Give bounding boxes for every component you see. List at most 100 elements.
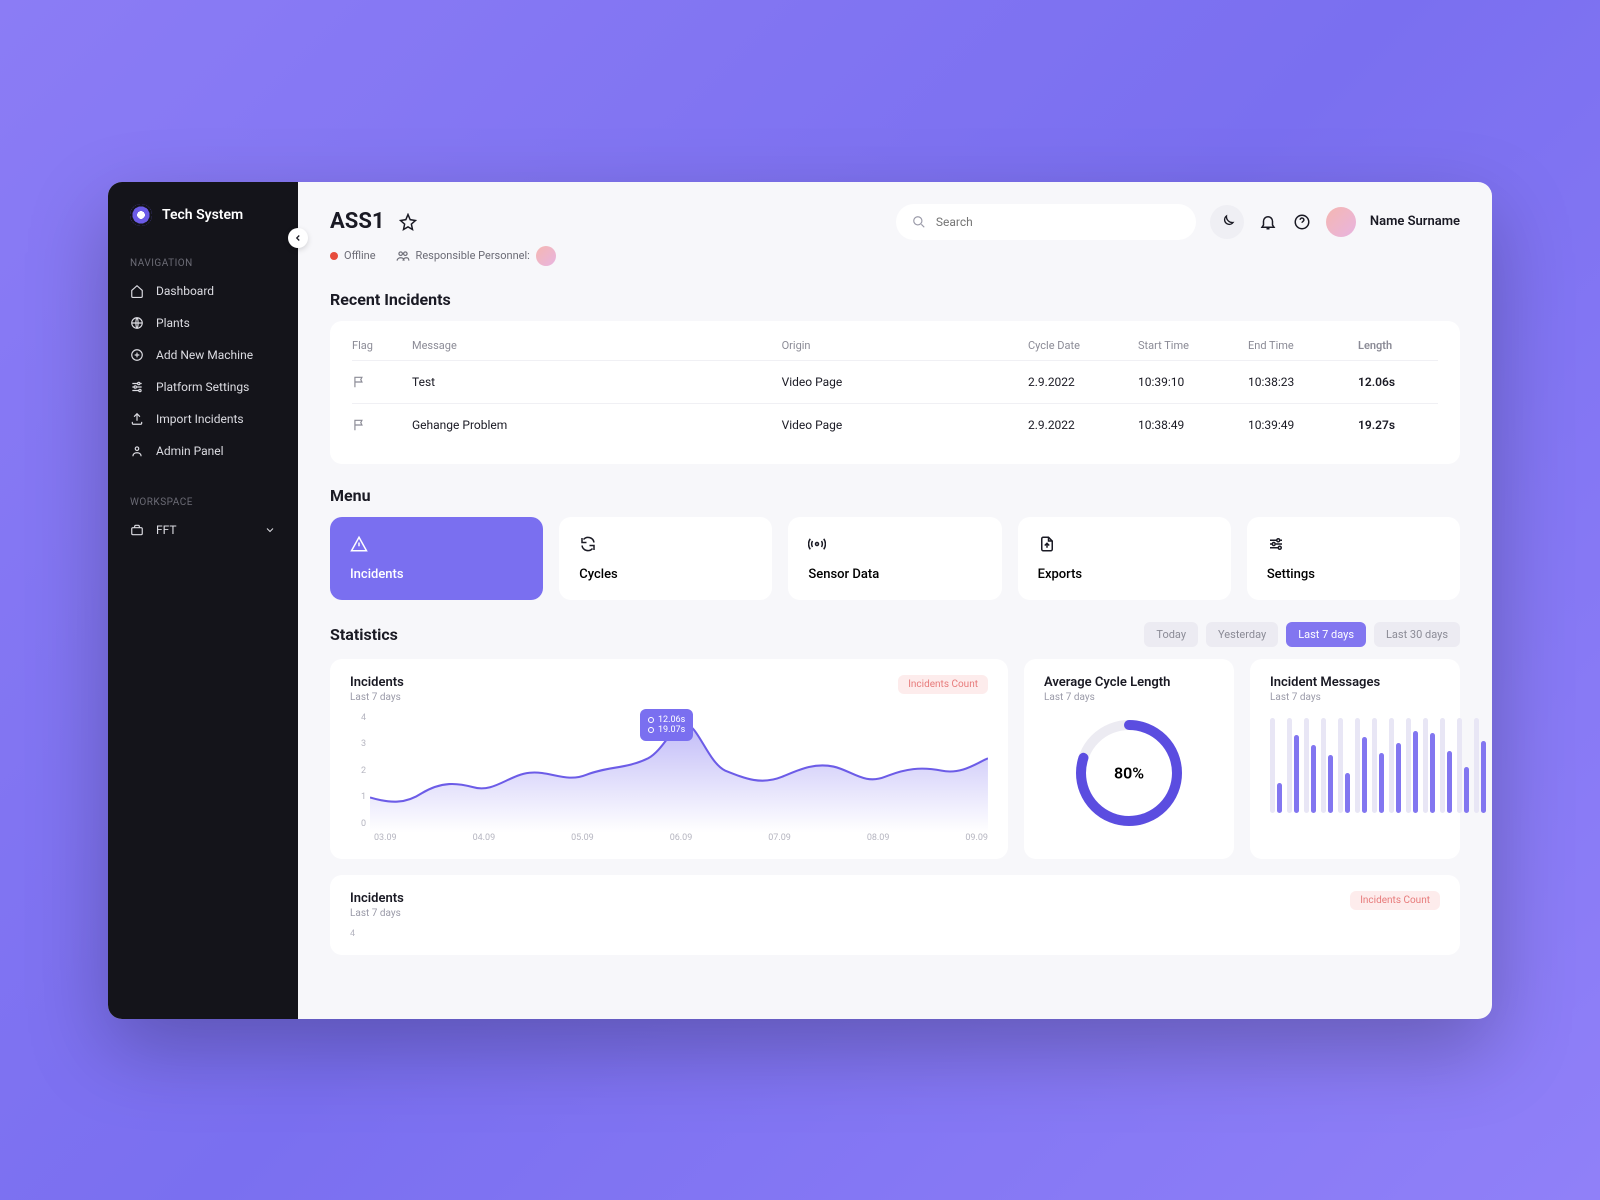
sidebar-item-label: Admin Panel xyxy=(156,444,224,458)
sidebar-item-label: Platform Settings xyxy=(156,380,249,394)
range-pill-last7[interactable]: Last 7 days xyxy=(1286,622,1366,647)
workspace-item-fft[interactable]: FFT xyxy=(108,514,298,546)
incidents2-sub: Last 7 days xyxy=(350,908,1440,919)
area-chart: 4 3 2 1 0 12.06s 19.07s xyxy=(350,713,988,843)
menu-card-label: Settings xyxy=(1267,567,1440,582)
cell-length: 12.06s xyxy=(1358,375,1438,389)
stats-row: Incidents Count Incidents Last 7 days 4 … xyxy=(330,659,1460,859)
status-indicator: Offline xyxy=(330,249,376,262)
cell-message: Test xyxy=(412,375,782,389)
sidebar-item-admin-panel[interactable]: Admin Panel xyxy=(108,435,298,467)
menu-card-settings[interactable]: Settings xyxy=(1247,517,1460,600)
sub-header: Offline Responsible Personnel: xyxy=(330,246,1460,266)
search-icon xyxy=(912,215,926,229)
range-pill-yesterday[interactable]: Yesterday xyxy=(1206,622,1278,647)
upload-icon xyxy=(130,412,144,426)
range-pill-today[interactable]: Today xyxy=(1144,622,1198,647)
col-message: Message xyxy=(412,339,782,352)
cell-date: 2.9.2022 xyxy=(1028,375,1138,389)
incidents-count-badge: Incidents Count xyxy=(1350,891,1440,910)
responsible-label: Responsible Personnel: xyxy=(416,249,530,262)
incidents2-title: Incidents xyxy=(350,891,1440,906)
sidebar-item-label: Add New Machine xyxy=(156,348,253,362)
search-input[interactable] xyxy=(936,215,1180,229)
workspace-item-label: FFT xyxy=(156,523,177,537)
status-text: Offline xyxy=(344,249,376,262)
cell-origin: Video Page xyxy=(782,375,1028,389)
menu-card-label: Sensor Data xyxy=(808,567,981,582)
statistics-header: Statistics Today Yesterday Last 7 days L… xyxy=(330,622,1460,647)
chevron-down-icon xyxy=(264,524,276,536)
table-row[interactable]: Test Video Page 2.9.2022 10:39:10 10:38:… xyxy=(352,360,1438,403)
collapse-sidebar-button[interactable] xyxy=(288,228,308,248)
favorite-button[interactable] xyxy=(399,213,417,231)
col-start-time: Start Time xyxy=(1138,339,1248,352)
user-name: Name Surname xyxy=(1370,214,1460,229)
chart-tooltip: 12.06s 19.07s xyxy=(640,709,693,741)
incidents-table-card: Flag Message Origin Cycle Date Start Tim… xyxy=(330,321,1460,464)
plus-circle-icon xyxy=(130,348,144,362)
brand-logo[interactable]: Tech System xyxy=(108,204,298,250)
flag-icon xyxy=(352,375,412,389)
user-avatar[interactable] xyxy=(1326,207,1356,237)
page-title: ASS1 xyxy=(330,209,385,234)
sidebar-item-platform-settings[interactable]: Platform Settings xyxy=(108,371,298,403)
menu-card-exports[interactable]: Exports xyxy=(1018,517,1231,600)
briefcase-icon xyxy=(130,523,144,537)
y-axis-ticks: 4 3 2 1 0 xyxy=(350,713,366,829)
incidents-chart2-card: Incidents Count Incidents Last 7 days 4 xyxy=(330,875,1460,955)
personnel-avatar[interactable] xyxy=(536,246,556,266)
cell-start: 10:38:49 xyxy=(1138,418,1248,432)
menu-card-sensor-data[interactable]: Sensor Data xyxy=(788,517,1001,600)
average-cycle-card: Average Cycle Length Last 7 days 80% xyxy=(1024,659,1234,859)
main-content: ASS1 Name Surname xyxy=(298,182,1492,1019)
gauge-value: 80% xyxy=(1114,763,1144,782)
menu-card-incidents[interactable]: Incidents xyxy=(330,517,543,600)
sidebar-item-label: Plants xyxy=(156,316,190,330)
users-icon xyxy=(396,249,410,263)
incidents-chart-card: Incidents Count Incidents Last 7 days 4 … xyxy=(330,659,1008,859)
table-row[interactable]: Gehange Problem Video Page 2.9.2022 10:3… xyxy=(352,403,1438,446)
cell-end: 10:38:23 xyxy=(1248,375,1358,389)
theme-toggle-button[interactable] xyxy=(1210,205,1244,239)
menu-card-label: Cycles xyxy=(579,567,752,582)
cell-start: 10:39:10 xyxy=(1138,375,1248,389)
flag-icon xyxy=(352,418,412,432)
sidebar-item-import-incidents[interactable]: Import Incidents xyxy=(108,403,298,435)
recent-incidents-title: Recent Incidents xyxy=(330,290,1460,309)
y-tick-4: 4 xyxy=(350,929,1440,939)
table-header: Flag Message Origin Cycle Date Start Tim… xyxy=(352,339,1438,360)
sidebar-item-add-machine[interactable]: Add New Machine xyxy=(108,339,298,371)
incidents-chart-sub: Last 7 days xyxy=(350,692,988,703)
col-cycle-date: Cycle Date xyxy=(1028,339,1138,352)
sliders-icon xyxy=(130,380,144,394)
cell-origin: Video Page xyxy=(782,418,1028,432)
col-flag: Flag xyxy=(352,339,412,352)
gauge-chart: 80% xyxy=(1069,713,1189,833)
menu-card-cycles[interactable]: Cycles xyxy=(559,517,772,600)
globe-icon xyxy=(130,316,144,330)
home-icon xyxy=(130,284,144,298)
cell-message: Gehange Problem xyxy=(412,418,782,432)
notifications-button[interactable] xyxy=(1258,212,1278,232)
col-length: Length xyxy=(1358,339,1438,352)
workspace-section-label: WORKSPACE xyxy=(108,489,298,514)
search-field[interactable] xyxy=(896,204,1196,240)
help-button[interactable] xyxy=(1292,212,1312,232)
sidebar-item-plants[interactable]: Plants xyxy=(108,307,298,339)
nav-section-label: NAVIGATION xyxy=(108,250,298,275)
sensor-icon xyxy=(808,535,826,553)
sidebar-item-label: Dashboard xyxy=(156,284,214,298)
refresh-icon xyxy=(579,535,597,553)
incident-messages-card: Incident Messages Last 7 days xyxy=(1250,659,1460,859)
page-header: ASS1 Name Surname xyxy=(330,204,1460,240)
sidebar-item-dashboard[interactable]: Dashboard xyxy=(108,275,298,307)
incidents-chart-title: Incidents xyxy=(350,675,988,690)
x-axis-ticks: 03.09 04.09 05.09 06.09 07.09 08.09 09.0… xyxy=(374,833,988,843)
gauge-sub: Last 7 days xyxy=(1044,692,1214,703)
col-origin: Origin xyxy=(782,339,1028,352)
alert-triangle-icon xyxy=(350,535,368,553)
menu-card-label: Incidents xyxy=(350,567,523,582)
range-pill-last30[interactable]: Last 30 days xyxy=(1374,622,1460,647)
brand-name: Tech System xyxy=(162,207,243,223)
